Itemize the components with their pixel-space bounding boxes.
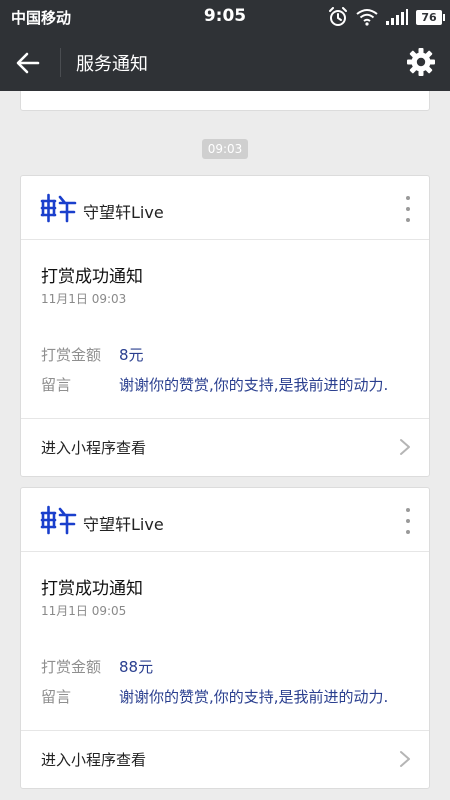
open-mini-program-row[interactable]: 进入小程序查看 — [21, 730, 429, 788]
back-arrow-icon[interactable] — [14, 49, 42, 77]
message-label: 留言 — [41, 688, 72, 706]
notification-date: 11月1日 09:03 — [41, 292, 127, 306]
message-value: 谢谢你的赞赏,你的支持,是我前进的动力. — [119, 376, 389, 394]
message-list[interactable]: 09:03 守望轩Live 打赏成功通知 11月1日 09:03 打赏金额 8元… — [0, 91, 450, 800]
time-separator-label: 09:03 — [201, 139, 249, 159]
time-separator: 09:03 — [0, 138, 450, 159]
gear-icon[interactable] — [406, 47, 436, 77]
app-logo-icon — [40, 505, 77, 535]
notification-card[interactable]: 守望轩Live 打赏成功通知 11月1日 09:03 打赏金额 8元 留言 谢谢… — [20, 175, 430, 477]
chevron-right-icon — [400, 439, 410, 455]
signal-icon — [386, 9, 408, 25]
app-name: 守望轩Live — [83, 203, 164, 222]
previous-card[interactable] — [20, 91, 430, 111]
card-header: 守望轩Live — [21, 176, 429, 240]
status-bar: 中国移动 9:05 76 — [0, 0, 450, 33]
app-name: 守望轩Live — [83, 515, 164, 534]
wifi-icon — [356, 9, 378, 26]
open-mini-program-label: 进入小程序查看 — [41, 751, 147, 769]
notification-date: 11月1日 09:05 — [41, 604, 127, 618]
message-label: 留言 — [41, 376, 72, 394]
open-mini-program-row[interactable]: 进入小程序查看 — [21, 418, 429, 476]
chevron-right-icon — [400, 751, 410, 767]
nav-divider — [60, 48, 61, 77]
amount-value: 88元 — [119, 658, 154, 676]
open-mini-program-label: 进入小程序查看 — [41, 439, 147, 457]
more-options-icon[interactable] — [399, 508, 417, 534]
notification-title: 打赏成功通知 — [41, 267, 143, 287]
battery-icon: 76 — [416, 9, 445, 25]
message-value: 谢谢你的赞赏,你的支持,是我前进的动力. — [119, 688, 389, 706]
card-header: 守望轩Live — [21, 488, 429, 552]
alarm-icon — [329, 7, 347, 26]
notification-title: 打赏成功通知 — [41, 579, 143, 599]
amount-label: 打赏金额 — [41, 658, 102, 676]
amount-label: 打赏金额 — [41, 346, 102, 364]
notification-card[interactable]: 守望轩Live 打赏成功通知 11月1日 09:05 打赏金额 88元 留言 谢… — [20, 487, 430, 789]
amount-value: 8元 — [119, 346, 144, 364]
status-icons: 76 — [328, 6, 445, 28]
more-options-icon[interactable] — [399, 196, 417, 222]
app-logo-icon — [40, 193, 77, 223]
page-title: 服务通知 — [76, 54, 148, 75]
nav-bar: 服务通知 — [0, 33, 450, 91]
